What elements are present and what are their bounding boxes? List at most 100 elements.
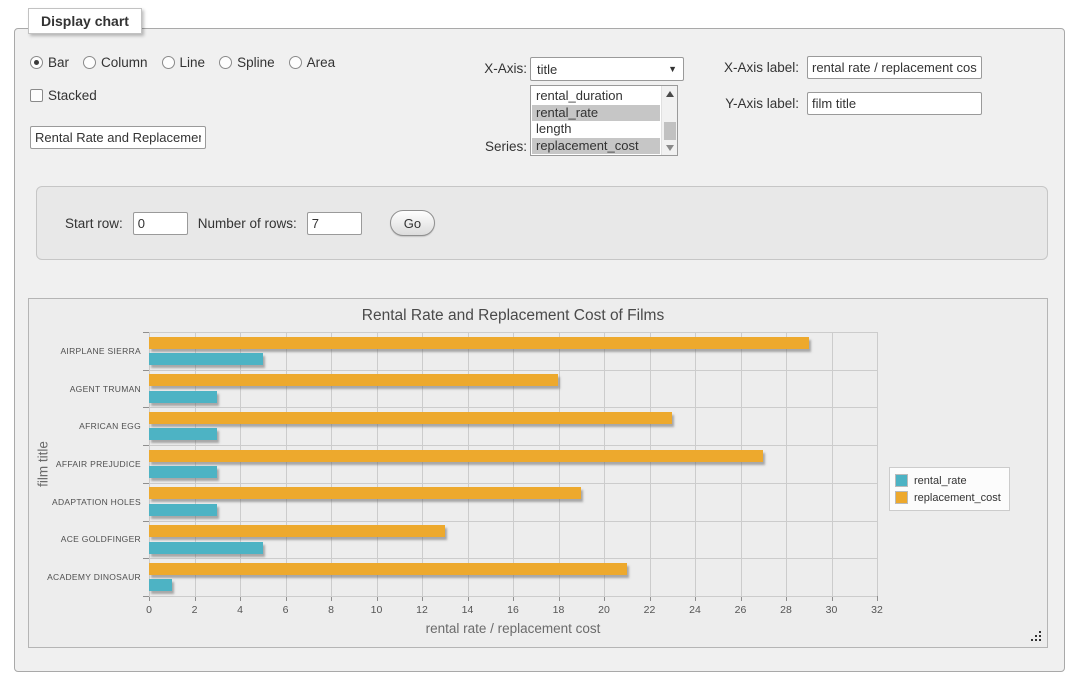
x-tick-label: 24 (678, 604, 712, 616)
x-tick-label: 2 (178, 604, 212, 616)
gridline-vertical (331, 332, 332, 596)
y-axis-tick (143, 370, 149, 371)
gridline-vertical (650, 332, 651, 596)
series-option-rental_rate[interactable]: rental_rate (532, 105, 660, 122)
bar-rental_rate[interactable] (149, 466, 217, 478)
x-axis-label-input[interactable] (807, 56, 982, 79)
x-axis-select-label: X-Axis: (420, 61, 527, 76)
category-label: AIRPLANE SIERRA (29, 332, 141, 370)
gridline-horizontal (149, 558, 877, 559)
chart-type-radio-bar[interactable]: Bar (30, 55, 69, 70)
start-row-input[interactable] (133, 212, 188, 235)
go-button[interactable]: Go (390, 210, 435, 236)
panel-title: Display chart (28, 8, 142, 34)
series-option-length[interactable]: length (532, 121, 660, 138)
radio-icon[interactable] (83, 56, 96, 69)
x-axis-label-label: X-Axis label: (680, 60, 799, 75)
chart-type-label: Column (101, 55, 148, 70)
chart-type-radio-area[interactable]: Area (289, 55, 336, 70)
bar-rental_rate[interactable] (149, 428, 217, 440)
gridline-vertical (286, 332, 287, 596)
category-label: AGENT TRUMAN (29, 370, 141, 408)
gridline-vertical (695, 332, 696, 596)
chart-type-radio-line[interactable]: Line (162, 55, 206, 70)
start-row-label: Start row: (65, 216, 123, 231)
chart-area: Rental Rate and Replacement Cost of Film… (28, 298, 1048, 648)
bar-rental_rate[interactable] (149, 579, 172, 591)
gridline-vertical (240, 332, 241, 596)
scroll-up-icon[interactable] (662, 86, 678, 101)
bar-replacement_cost[interactable] (149, 563, 627, 575)
x-axis-select[interactable]: title ▼ (530, 57, 684, 81)
stacked-checkbox[interactable]: Stacked (30, 88, 97, 103)
x-axis-tick (877, 596, 878, 601)
gridline-horizontal (149, 483, 877, 484)
chart-type-radio-group: Bar Column Line Spline Area (30, 55, 335, 70)
listbox-scrollbar[interactable] (661, 86, 677, 155)
legend-item-replacement_cost[interactable]: replacement_cost (895, 489, 1001, 506)
radio-icon[interactable] (162, 56, 175, 69)
series-option-rental_duration[interactable]: rental_duration (532, 88, 660, 105)
bar-replacement_cost[interactable] (149, 412, 672, 424)
bar-replacement_cost[interactable] (149, 337, 809, 349)
legend-item-rental_rate[interactable]: rental_rate (895, 472, 1001, 489)
page: Display chart Bar Column Line Spline Area St… (0, 0, 1081, 681)
bar-rental_rate[interactable] (149, 504, 217, 516)
gridline-horizontal (149, 445, 877, 446)
x-tick-label: 32 (860, 604, 894, 616)
chart-type-radio-column[interactable]: Column (83, 55, 148, 70)
x-tick-label: 16 (496, 604, 530, 616)
bar-rental_rate[interactable] (149, 353, 263, 365)
chart-title-input[interactable] (30, 126, 206, 149)
num-rows-input[interactable] (307, 212, 362, 235)
scrollbar-thumb[interactable] (664, 122, 676, 140)
bar-rental_rate[interactable] (149, 542, 263, 554)
x-tick-label: 20 (587, 604, 621, 616)
x-tick-label: 0 (132, 604, 166, 616)
y-axis-label-label: Y-Axis label: (680, 96, 799, 111)
chart-type-radio-spline[interactable]: Spline (219, 55, 275, 70)
x-tick-label: 28 (769, 604, 803, 616)
y-axis-tick (143, 445, 149, 446)
y-axis-tick (143, 332, 149, 333)
gridline-vertical (468, 332, 469, 596)
category-label: ADAPTATION HOLES (29, 483, 141, 521)
legend-label: replacement_cost (914, 492, 1001, 504)
gridline-vertical (422, 332, 423, 596)
bar-replacement_cost[interactable] (149, 487, 581, 499)
gridline-horizontal (149, 521, 877, 522)
bar-replacement_cost[interactable] (149, 450, 763, 462)
row-range-panel: Start row: Number of rows: Go (36, 186, 1048, 260)
radio-icon[interactable] (30, 56, 43, 69)
y-axis-label-input[interactable] (807, 92, 982, 115)
x-tick-label: 6 (269, 604, 303, 616)
x-tick-label: 26 (724, 604, 758, 616)
gridline-vertical (377, 332, 378, 596)
y-axis-tick (143, 521, 149, 522)
gridline-vertical (877, 332, 878, 596)
radio-icon[interactable] (289, 56, 302, 69)
gridline-horizontal (149, 332, 877, 333)
bar-replacement_cost[interactable] (149, 525, 445, 537)
bar-replacement_cost[interactable] (149, 374, 558, 386)
x-tick-label: 10 (360, 604, 394, 616)
chart-type-label: Area (307, 55, 336, 70)
gridline-vertical (832, 332, 833, 596)
category-label: AFRICAN EGG (29, 407, 141, 445)
gridline-vertical (786, 332, 787, 596)
series-listbox[interactable]: rental_durationrental_ratelengthreplacem… (530, 85, 678, 156)
checkbox-icon[interactable] (30, 89, 43, 102)
legend-swatch-icon (895, 474, 908, 487)
y-axis-title: film title (36, 441, 51, 487)
y-axis-tick (143, 407, 149, 408)
x-tick-label: 12 (405, 604, 439, 616)
radio-icon[interactable] (219, 56, 232, 69)
series-option-replacement_cost[interactable]: replacement_cost (532, 138, 660, 155)
bar-rental_rate[interactable] (149, 391, 217, 403)
scroll-down-icon[interactable] (662, 140, 678, 155)
resize-grip-icon[interactable] (1031, 631, 1042, 642)
chevron-down-icon: ▼ (668, 64, 677, 74)
series-listbox-label: Series: (420, 139, 527, 154)
gridline-vertical (195, 332, 196, 596)
chart-legend: rental_rate replacement_cost (889, 467, 1010, 511)
